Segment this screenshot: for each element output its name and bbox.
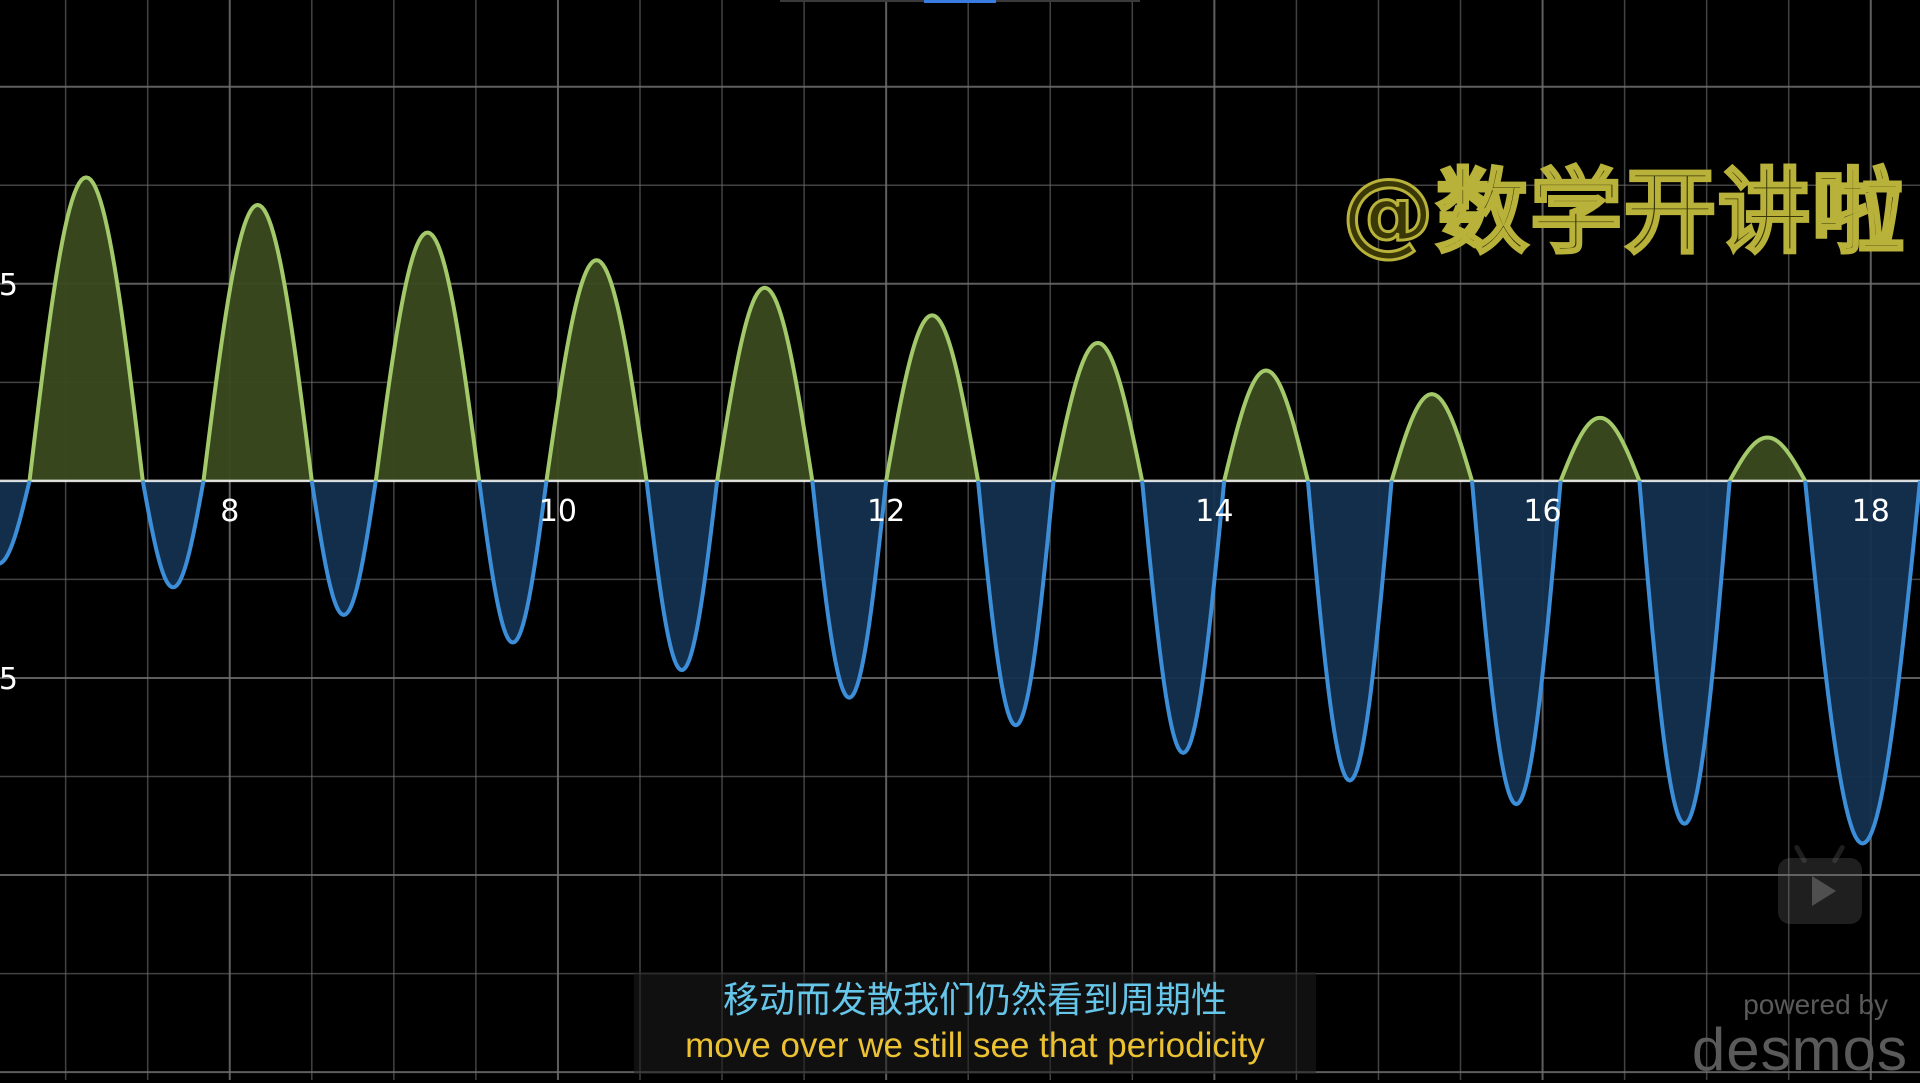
x-tick-label-14: 14 bbox=[1195, 494, 1233, 529]
curve-strokes bbox=[0, 175, 1920, 846]
video-frame: 8 10 12 14 16 18 5 0.5 @数学开讲啦 移动而发散我们仍然看到周期性 mo… bbox=[0, 0, 1920, 1080]
desmos-branding: powered by desmos bbox=[1668, 990, 1908, 1080]
subtitle-box: 移动而发散我们仍然看到周期性 move over we still see th… bbox=[634, 972, 1316, 1074]
y-tick-label-0: 5 bbox=[0, 268, 18, 303]
x-tick-label-16: 16 bbox=[1523, 494, 1561, 529]
x-tick-label-12: 12 bbox=[867, 494, 905, 529]
y-tick-label-1: 0.5 bbox=[0, 662, 18, 697]
x-tick-label-10: 10 bbox=[539, 494, 577, 529]
desmos-logo: desmos bbox=[1691, 1016, 1908, 1083]
subtitle-chinese: 移动而发散我们仍然看到周期性 bbox=[722, 980, 1227, 1021]
x-tick-label-18: 18 bbox=[1852, 494, 1890, 529]
subtitle-english: move over we still see that periodicity bbox=[685, 1026, 1265, 1065]
channel-watermark: @数学开讲啦 bbox=[1340, 158, 1906, 268]
bilibili-tv-icon bbox=[1778, 844, 1862, 924]
area-fills bbox=[0, 177, 1920, 844]
x-tick-label-8: 8 bbox=[220, 494, 239, 529]
top-progress-indicator bbox=[924, 0, 996, 3]
